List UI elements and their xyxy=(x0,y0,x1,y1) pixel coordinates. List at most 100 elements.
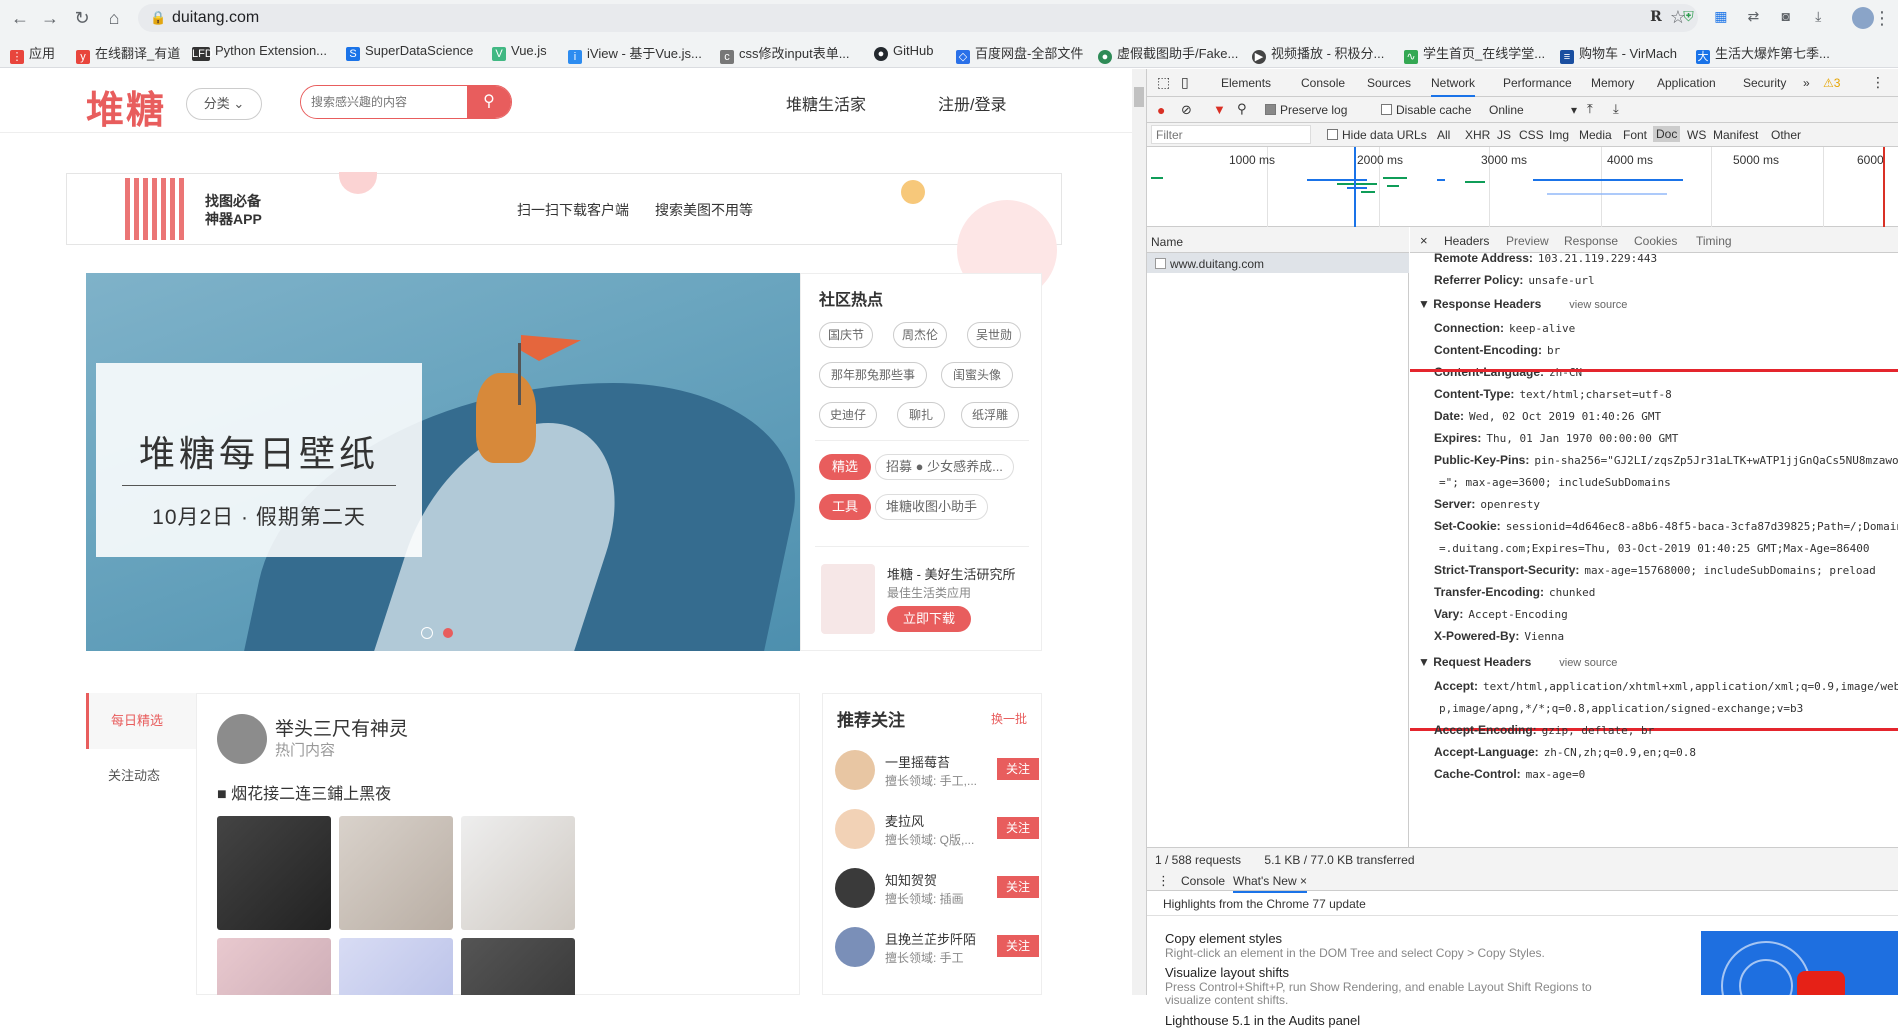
hot-tag[interactable]: 国庆节 xyxy=(819,322,873,348)
tab-memory[interactable]: Memory xyxy=(1591,76,1634,90)
extension-sync-icon[interactable]: ⇄ xyxy=(1743,6,1763,26)
drawer-menu-icon[interactable]: ⋮ xyxy=(1157,873,1170,889)
nav-life[interactable]: 堆糖生活家 xyxy=(786,91,866,115)
whats-new-video-thumbnail[interactable] xyxy=(1701,931,1898,995)
hot-tag[interactable]: 闺蜜头像 xyxy=(941,362,1013,388)
request-headers-section[interactable]: ▼ Request Headers view source xyxy=(1418,655,1617,669)
tab-network[interactable]: Network xyxy=(1431,76,1476,97)
follow-button[interactable]: 关注 xyxy=(997,935,1039,957)
tab-security[interactable]: Security xyxy=(1743,76,1786,90)
refresh-link[interactable]: 换一批 xyxy=(991,710,1027,727)
list-item[interactable]: 一里摇莓苔 擅长领域: 手工,... 关注 xyxy=(835,746,1039,796)
app-banner[interactable]: 找图必备 神器APP 扫一扫下载客户端 搜索美图不用等 xyxy=(66,172,1062,300)
search-icon[interactable]: ⚲ xyxy=(1237,101,1247,117)
tab-headers[interactable]: Headers xyxy=(1444,234,1489,248)
hot-tag[interactable]: 吴世勋 xyxy=(967,322,1021,348)
extension-download-icon[interactable]: ⤓ xyxy=(1808,6,1828,26)
site-logo[interactable]: 堆糖 xyxy=(86,79,166,134)
featured-link[interactable]: 招募 ● 少女感养成... xyxy=(875,454,1014,480)
feed-image[interactable] xyxy=(217,938,331,995)
tab-sources[interactable]: Sources xyxy=(1367,76,1411,90)
bookmark-7[interactable]: ● GitHub xyxy=(874,43,933,61)
search-input[interactable] xyxy=(301,86,469,118)
export-icon[interactable]: ⤓ xyxy=(1613,101,1619,117)
network-filter-input[interactable] xyxy=(1151,125,1311,144)
feed-image[interactable] xyxy=(217,816,331,930)
bookmark-10[interactable]: ▶ 视频播放 - 积极分... xyxy=(1252,43,1384,64)
bookmark-9[interactable]: ● 虚假截图助手/Fake... xyxy=(1098,43,1238,64)
disable-cache-checkbox[interactable]: Disable cache xyxy=(1381,103,1471,117)
name-column-header[interactable]: Name xyxy=(1147,227,1409,253)
list-item[interactable]: 且挽兰芷步阡陌 擅长领域: 手工 关注 xyxy=(835,923,1039,973)
tab-cookies[interactable]: Cookies xyxy=(1634,234,1677,248)
filter-font[interactable]: Font xyxy=(1623,128,1647,142)
carousel-dot-2[interactable] xyxy=(443,628,453,638)
feed-image[interactable] xyxy=(339,938,453,995)
import-icon[interactable]: ⤒ xyxy=(1587,101,1593,117)
feed-image[interactable] xyxy=(461,938,575,995)
page-scrollbar[interactable] xyxy=(1132,69,1146,995)
back-icon[interactable]: ← xyxy=(8,6,32,30)
filter-icon[interactable]: ▼ xyxy=(1213,102,1226,117)
bookmark-5[interactable]: i iView - 基于Vue.js... xyxy=(568,43,702,64)
hero-carousel[interactable]: 堆糖每日壁纸 10月2日 · 假期第二天 xyxy=(86,273,800,651)
response-headers-section[interactable]: ▼ Response Headers view source xyxy=(1418,297,1627,311)
feed-image[interactable] xyxy=(339,816,453,930)
bookmark-13[interactable]: 大生活大爆炸第七季... xyxy=(1696,43,1830,64)
filter-ws[interactable]: WS xyxy=(1687,128,1706,142)
filter-css[interactable]: CSS xyxy=(1519,128,1544,142)
extension-r-icon[interactable]: R xyxy=(1646,7,1666,27)
forward-icon[interactable]: → xyxy=(38,6,62,30)
youtube-play-icon[interactable] xyxy=(1797,971,1845,995)
devtools-menu-icon[interactable]: ⋮ xyxy=(1871,74,1885,91)
follow-button[interactable]: 关注 xyxy=(997,876,1039,898)
tab-whats-new[interactable]: What's New × xyxy=(1233,874,1307,893)
whats-new-item-title[interactable]: Visualize layout shifts xyxy=(1165,965,1289,980)
feed-username[interactable]: 举头三尺有神灵 xyxy=(275,714,408,741)
tab-daily-picks[interactable]: 每日精选 xyxy=(86,693,196,749)
nav-login[interactable]: 注册/登录 xyxy=(938,91,1006,115)
reload-icon[interactable]: ↻ xyxy=(70,6,94,30)
avatar[interactable] xyxy=(217,714,267,764)
view-source-link[interactable]: view source xyxy=(1569,299,1627,311)
filter-doc[interactable]: Doc xyxy=(1653,126,1681,142)
filter-manifest[interactable]: Manifest xyxy=(1713,128,1758,142)
follow-button[interactable]: 关注 xyxy=(997,758,1039,780)
scrollbar-thumb[interactable] xyxy=(1134,87,1144,107)
close-icon[interactable]: × xyxy=(1420,233,1428,248)
bookmark-0[interactable]: ⋮ 应用 xyxy=(10,43,55,64)
bookmark-2[interactable]: LFD Python Extension... xyxy=(192,43,327,61)
bookmark-11[interactable]: ∿ 学生首页_在线学堂... xyxy=(1404,43,1545,64)
list-item[interactable]: 麦拉风 擅长领域: Q版,... 关注 xyxy=(835,805,1039,855)
follow-button[interactable]: 关注 xyxy=(997,817,1039,839)
record-icon[interactable]: ● xyxy=(1157,102,1165,118)
bookmark-4[interactable]: V Vue.js xyxy=(492,43,547,61)
device-toolbar-icon[interactable]: ▯ xyxy=(1181,74,1189,91)
hot-tag[interactable]: 纸浮雕 xyxy=(961,402,1019,428)
tab-elements[interactable]: Elements xyxy=(1221,76,1271,90)
feed-title[interactable]: ■ 烟花接二连三鋪上黑夜 xyxy=(217,780,391,804)
filter-xhr[interactable]: XHR xyxy=(1465,128,1490,142)
download-button[interactable]: 立即下载 xyxy=(887,606,971,632)
tab-timing[interactable]: Timing xyxy=(1696,234,1732,248)
extension-shield-icon[interactable]: ⛨ xyxy=(1678,6,1698,26)
hot-tag[interactable]: 聊扎 xyxy=(897,402,945,428)
tab-response[interactable]: Response xyxy=(1564,234,1618,248)
tab-drawer-console[interactable]: Console xyxy=(1181,874,1225,888)
search-button[interactable]: ⚲ xyxy=(467,86,511,118)
carousel-dot-1[interactable] xyxy=(421,627,433,639)
tool-link[interactable]: 堆糖收图小助手 xyxy=(875,494,989,520)
bookmark-12[interactable]: ≡ 购物车 - VirMach xyxy=(1560,43,1677,64)
bookmark-6[interactable]: c css修改input表单... xyxy=(720,43,850,64)
hot-tag[interactable]: 周杰伦 xyxy=(893,322,947,348)
category-dropdown[interactable]: 分类 ⌄ xyxy=(186,88,262,120)
hot-tag[interactable]: 史迪仔 xyxy=(819,402,877,428)
whats-new-item-title[interactable]: Copy element styles xyxy=(1165,931,1282,946)
bookmark-8[interactable]: ◇ 百度网盘-全部文件 xyxy=(956,43,1083,64)
hot-tag[interactable]: 那年那兔那些事 xyxy=(819,362,927,388)
filter-all[interactable]: All xyxy=(1437,128,1450,142)
table-row[interactable]: www.duitang.com xyxy=(1147,253,1409,273)
extension-camera-icon[interactable]: ◙ xyxy=(1776,6,1796,26)
tab-preview[interactable]: Preview xyxy=(1506,234,1549,248)
preserve-log-checkbox[interactable]: Preserve log xyxy=(1265,103,1347,117)
